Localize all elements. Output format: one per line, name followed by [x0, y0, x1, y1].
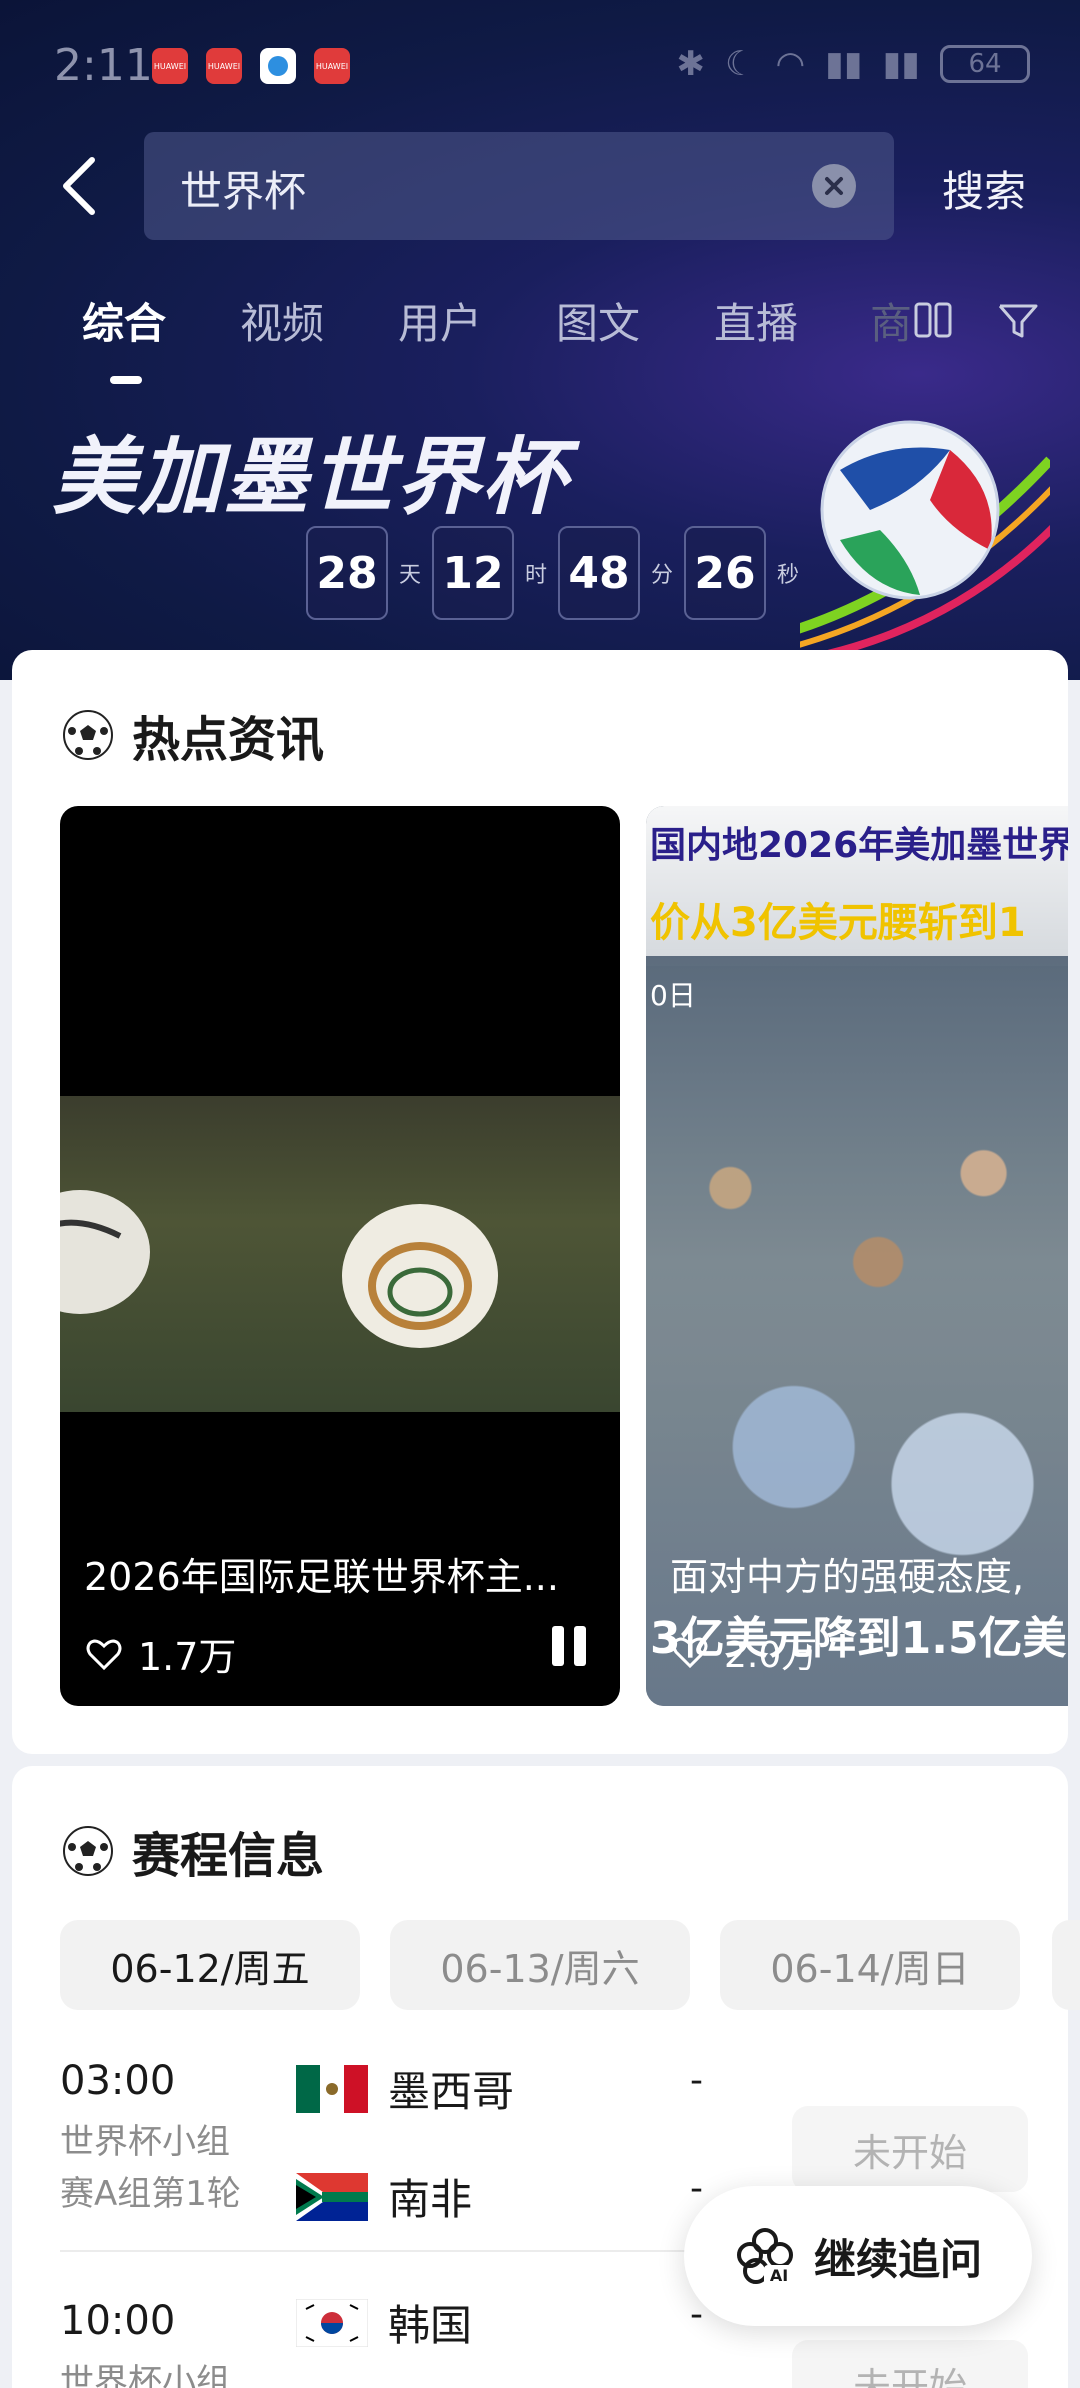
wifi-icon: ◠: [775, 44, 806, 84]
hero-title: 美加墨世界杯: [52, 428, 569, 526]
countdown-days-unit: 天: [398, 563, 421, 588]
bluetooth-icon: ✱: [676, 44, 706, 84]
countdown-hours-unit: 时: [524, 563, 547, 588]
video-headline-banner: 国内地2026年美加墨世界 价从3亿美元腰斩到1: [646, 806, 1068, 956]
huawei-store-icon: HUAWEI: [314, 48, 350, 84]
search-query: 世界杯: [180, 167, 307, 216]
close-icon: [825, 177, 843, 195]
match-league-line: 世界杯小组: [60, 2122, 230, 2162]
home-team: 韩国: [296, 2292, 472, 2353]
date-tab[interactable]: 06-12/周五: [60, 1920, 360, 2010]
team-name: 南非: [388, 2175, 473, 2224]
match-status-button[interactable]: 未开始: [792, 2106, 1028, 2192]
tab-articles[interactable]: 图文: [556, 290, 640, 351]
away-team: 南非: [296, 2166, 472, 2227]
video-likes[interactable]: 1.7万: [84, 1626, 236, 1681]
heart-icon: [672, 1637, 708, 1669]
hot-news-card: 热点资讯 2026年国际足联世界杯主... 1.7万 国内地2026年美加墨世界: [12, 650, 1068, 1754]
match-league: 世界杯小组 赛A组第1轮: [60, 2116, 260, 2220]
date-tab[interactable]: 06-14/周日: [720, 1920, 1020, 2010]
match-status-button[interactable]: 未开始: [792, 2340, 1028, 2388]
active-tab-indicator: [110, 376, 142, 384]
countdown-hours: 12: [432, 526, 514, 620]
news-video-card[interactable]: 国内地2026年美加墨世界 价从3亿美元腰斩到1 0日 面对中方的强硬态度, 3…: [646, 806, 1068, 1706]
team-score: -: [690, 2060, 703, 2101]
like-count: 1.7万: [138, 1635, 237, 1679]
result-tabs: 综合 视频 用户 图文 直播 商: [0, 290, 1080, 390]
tab-overflow[interactable]: 商: [870, 290, 912, 351]
team-name: 韩国: [388, 2301, 473, 2350]
follow-up-ai-button[interactable]: AI 继续追问: [684, 2186, 1032, 2326]
pause-icon-bar: [552, 1626, 564, 1666]
tab-live[interactable]: 直播: [714, 290, 798, 351]
like-count: 2.0万: [724, 1635, 818, 1676]
search-input[interactable]: 世界杯: [144, 132, 894, 240]
video-likes[interactable]: 2.0万: [670, 1626, 817, 1678]
countdown-days: 28: [306, 526, 388, 620]
video-title: 2026年国际足联世界杯主...: [84, 1555, 559, 1599]
countdown-minutes-unit: 分: [650, 563, 673, 588]
moon-icon: ☾: [725, 44, 756, 84]
south-africa-flag-icon: [296, 2172, 368, 2221]
pause-icon-bar: [574, 1626, 586, 1666]
match-time: 03:00: [60, 2058, 176, 2104]
soccer-balls-image: [60, 1190, 498, 1348]
team-score: -: [690, 2168, 703, 2209]
video-overlay-line1: 国内地2026年美加墨世界: [650, 825, 1068, 866]
svg-text:AI: AI: [770, 2266, 788, 2285]
match-league-line: 世界杯小组: [60, 2362, 230, 2388]
hot-news-header: 热点资讯: [62, 700, 324, 770]
signal-icon: ▮▮: [825, 44, 863, 84]
countdown-seconds: 26: [684, 526, 766, 620]
video-frame: [60, 1096, 620, 1412]
schedule-title: 赛程信息: [132, 1828, 325, 1884]
status-indicators: ✱ ☾ ◠ ▮▮ ▮▮ 64: [676, 44, 1030, 84]
follow-up-label: 继续追问: [813, 2234, 982, 2284]
countdown-timer: 28 天 12 时 48 分 26 秒: [306, 526, 810, 620]
ai-flower-icon: AI: [736, 2228, 794, 2285]
browser-icon: [260, 48, 296, 84]
date-tab-overflow[interactable]: [1052, 1920, 1080, 2010]
heart-icon: [86, 1639, 122, 1670]
battery-icon: 64: [940, 45, 1030, 83]
hot-news-title: 热点资讯: [132, 712, 325, 768]
signal-icon: ▮▮: [882, 44, 920, 84]
mexico-flag-icon: [296, 2064, 368, 2113]
layout-toggle-icon[interactable]: [912, 298, 956, 342]
hero-banner: 2:11 HUAWEI HUAWEI HUAWEI ✱ ☾ ◠ ▮▮ ▮▮ 64…: [0, 0, 1080, 680]
huawei-store-icon: HUAWEI: [152, 48, 188, 84]
clear-search-button[interactable]: [812, 164, 856, 208]
home-team: 墨西哥: [296, 2058, 514, 2119]
south-korea-flag-icon: [296, 2298, 368, 2347]
search-row: 世界杯 搜索: [0, 132, 1080, 240]
world-cup-ball-graphic: [800, 420, 1050, 650]
pause-button[interactable]: [552, 1626, 586, 1666]
match-league: 世界杯小组: [60, 2356, 260, 2388]
huawei-store-icon: HUAWEI: [206, 48, 242, 84]
soccer-ball-icon: [63, 1826, 113, 1876]
countdown-minutes: 48: [558, 526, 640, 620]
video-overlay-line2: 价从3亿美元腰斩到1: [650, 900, 1026, 946]
chevron-left-icon: [63, 157, 95, 215]
news-video-card[interactable]: 2026年国际足联世界杯主... 1.7万: [60, 806, 620, 1706]
schedule-header: 赛程信息: [62, 1816, 324, 1886]
match-time: 10:00: [60, 2298, 176, 2344]
tab-users[interactable]: 用户: [398, 290, 482, 351]
status-bar: 2:11 HUAWEI HUAWEI HUAWEI ✱ ☾ ◠ ▮▮ ▮▮ 64: [0, 0, 1080, 130]
tab-comprehensive[interactable]: 综合: [82, 290, 166, 351]
search-button[interactable]: 搜索: [942, 158, 1026, 219]
soccer-ball-icon: [63, 710, 113, 760]
video-overlay-date: 0日: [650, 979, 696, 1012]
back-button[interactable]: [52, 154, 112, 218]
status-time: 2:11: [54, 40, 153, 91]
filter-icon[interactable]: [996, 298, 1040, 342]
date-tab[interactable]: 06-13/周六: [390, 1920, 690, 2010]
video-caption-line1: 面对中方的强硬态度,: [670, 1555, 1025, 1599]
match-league-line: 赛A组第1轮: [60, 2174, 241, 2214]
tab-video[interactable]: 视频: [240, 290, 324, 351]
team-name: 墨西哥: [388, 2067, 515, 2116]
date-tabs: 06-12/周五 06-13/周六 06-14/周日: [60, 1920, 1020, 2010]
status-app-icons: HUAWEI HUAWEI HUAWEI: [152, 48, 350, 84]
